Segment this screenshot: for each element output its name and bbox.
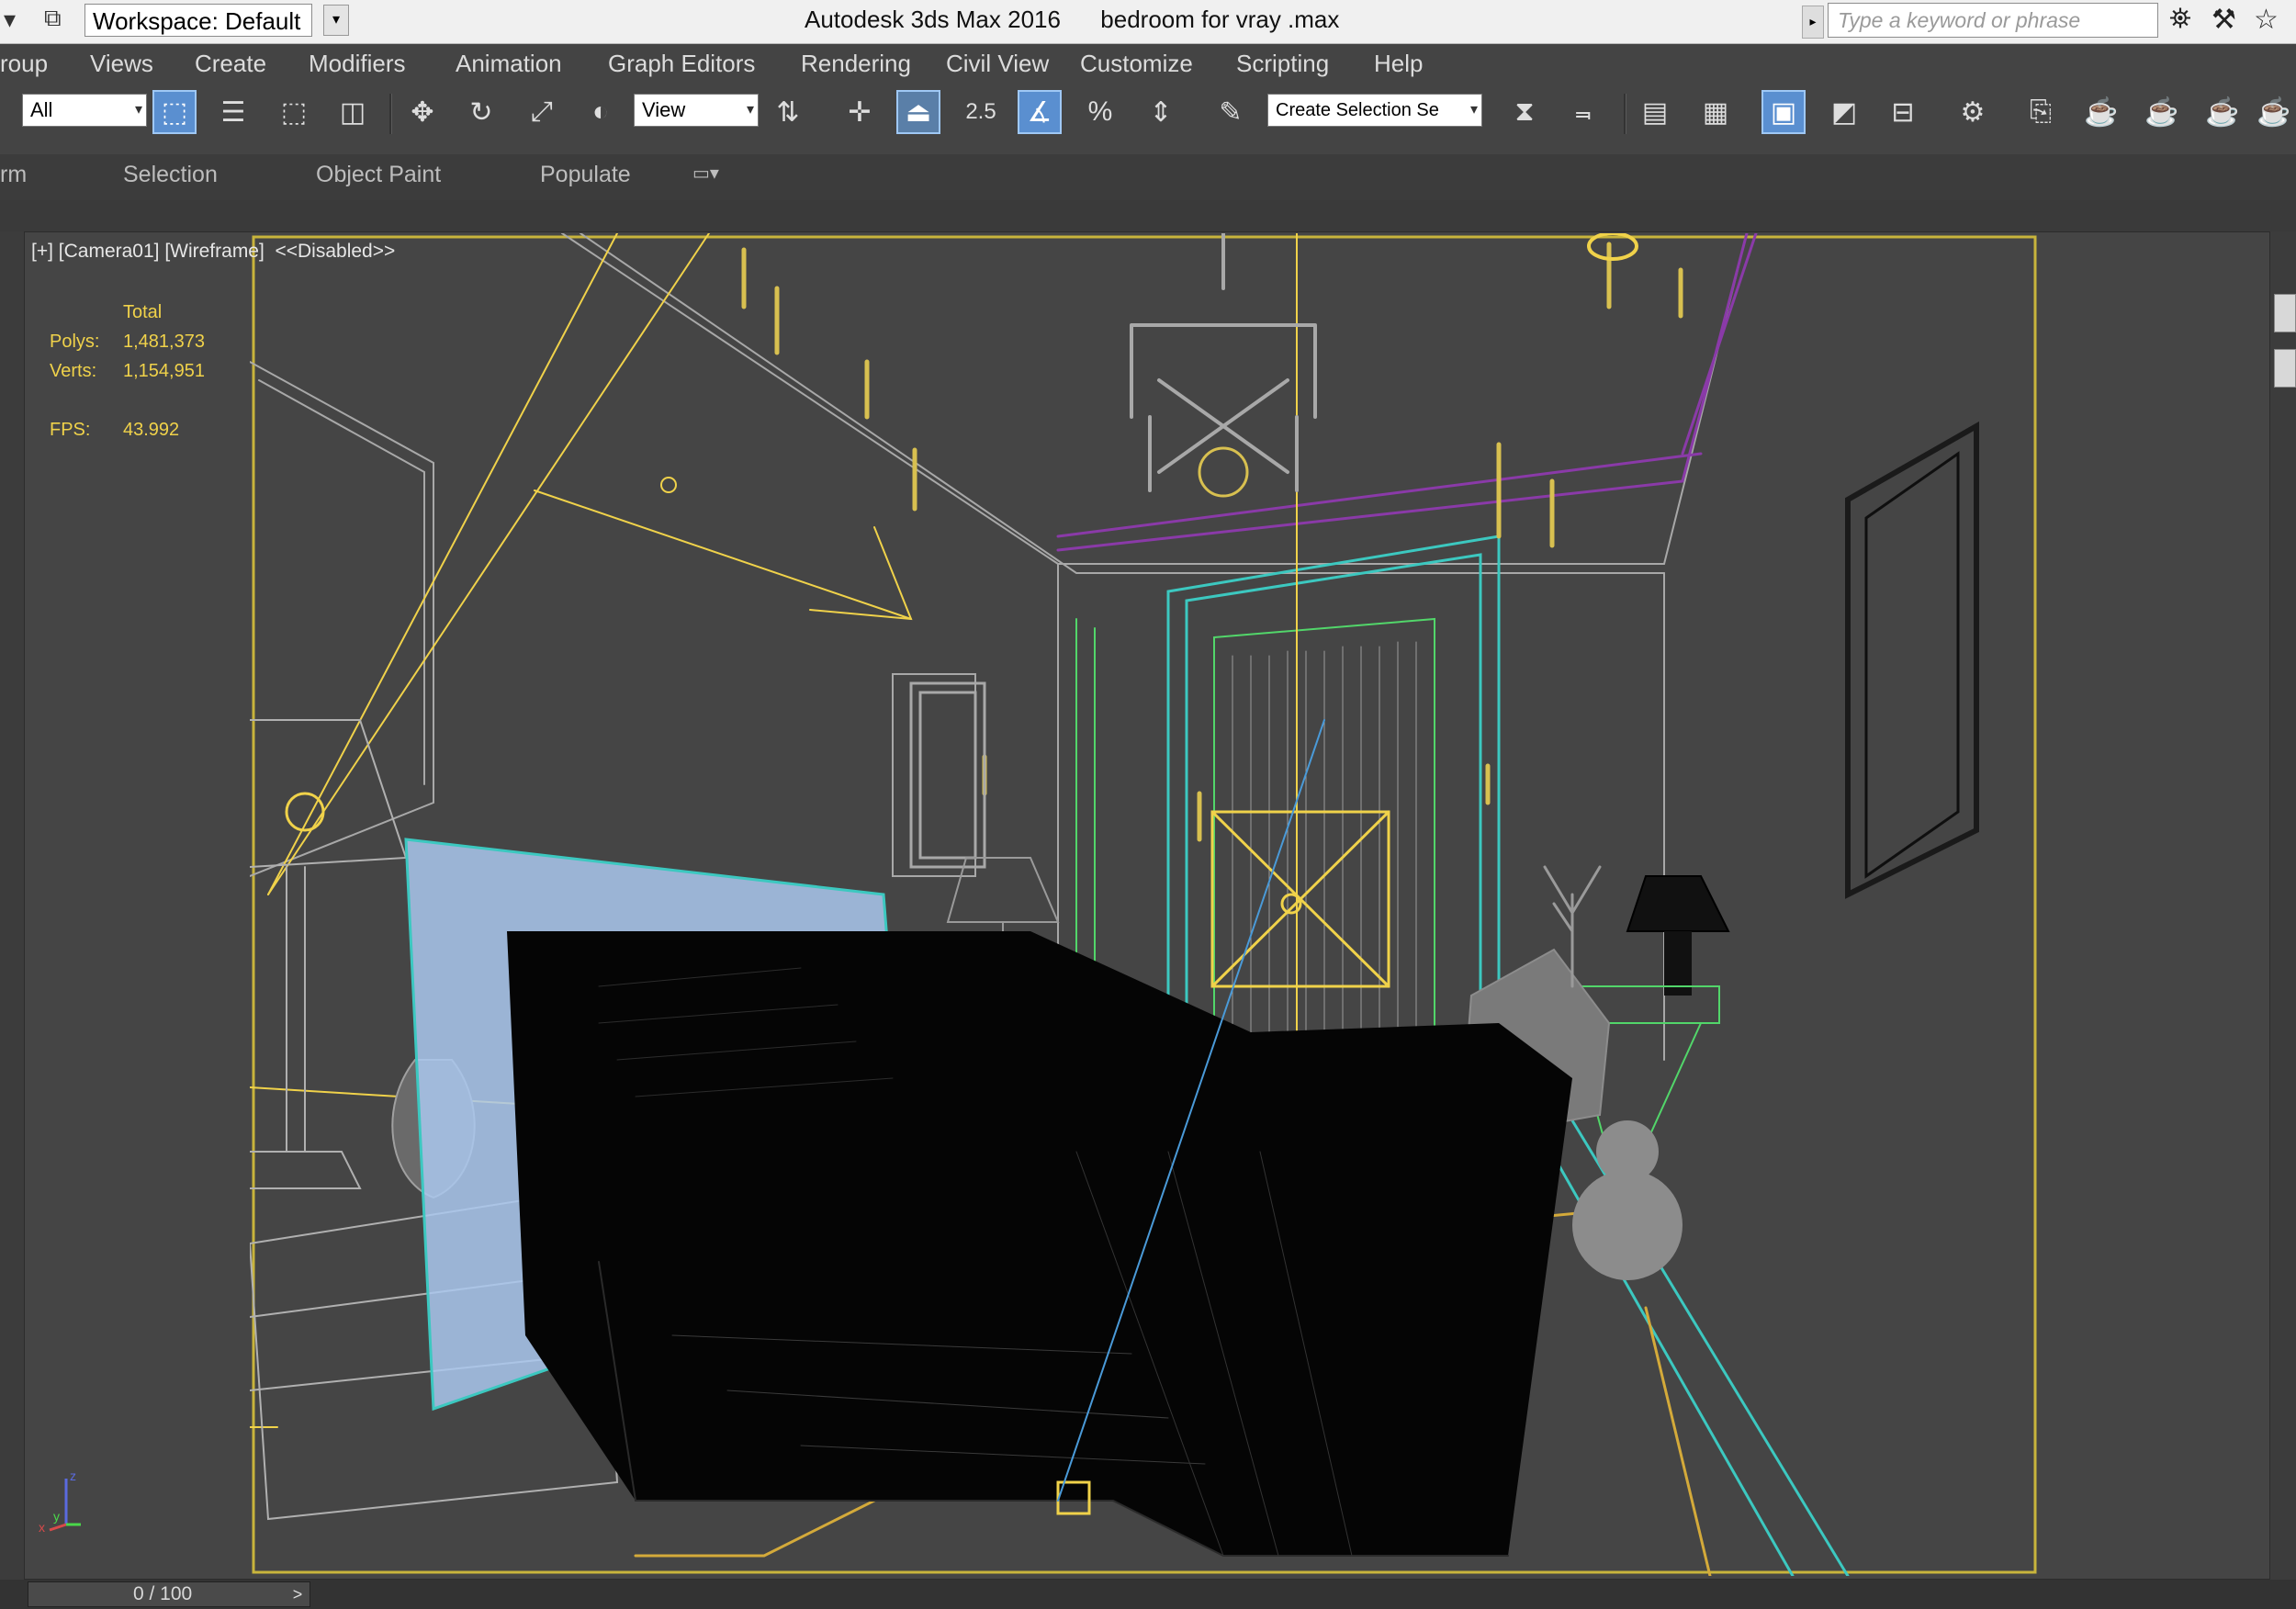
right-dock-strip: [2270, 231, 2296, 1580]
right-lamp: [1626, 875, 1730, 996]
menu-customize[interactable]: Customize: [1080, 50, 1193, 78]
snap-value[interactable]: 2.5: [959, 90, 1003, 134]
ceiling-lights: [741, 242, 1683, 842]
ribbon-options-icon[interactable]: ▭▾: [692, 162, 719, 185]
layer-explorer-icon[interactable]: ▤: [1633, 90, 1677, 134]
fps-label: FPS:: [50, 420, 91, 440]
edit-named-selection-icon[interactable]: ✎: [1209, 90, 1253, 134]
render-cloud-icon[interactable]: ☕: [2200, 90, 2245, 134]
svg-text:y: y: [53, 1509, 60, 1524]
menu-bar: roup Views Create Modifiers Animation Gr…: [0, 44, 2296, 84]
angle-snap-icon[interactable]: ∡: [1018, 90, 1062, 134]
teddy-bear: [1572, 1120, 1683, 1280]
svg-text:z: z: [70, 1468, 76, 1483]
menu-group[interactable]: roup: [0, 50, 48, 78]
manipulate-icon[interactable]: ⇅: [766, 90, 810, 134]
menu-help[interactable]: Help: [1374, 50, 1423, 78]
quick-access-icon[interactable]: ⧉: [44, 4, 62, 33]
reference-coord-dropdown[interactable]: View ▾: [634, 94, 759, 127]
time-slider-bar: [0, 1580, 2296, 1609]
chevron-down-icon: ▾: [1469, 102, 1478, 118]
light-target: [1210, 810, 1390, 988]
ribbon-tab-populate[interactable]: Populate: [540, 162, 631, 188]
tools-icon[interactable]: ⚒: [2212, 4, 2236, 36]
system-menu-icon[interactable]: ▾: [4, 6, 16, 34]
menu-views[interactable]: Views: [90, 50, 153, 78]
snap-toggle-icon[interactable]: ⏏: [896, 90, 940, 134]
workspace-dropdown[interactable]: Workspace: Default: [84, 4, 312, 37]
schematic-view-icon[interactable]: ◩: [1822, 90, 1866, 134]
tv: [1845, 421, 1979, 899]
viewport-label[interactable]: [+] [Camera01] [Wireframe] <<Disabled>>: [31, 241, 395, 263]
command-panel-tab[interactable]: [2274, 294, 2296, 332]
window-crossing-icon[interactable]: ◫: [331, 90, 375, 134]
chevron-down-icon: ▾: [134, 102, 142, 118]
main-toolbar: All ▾ ⬚ ☰ ⬚ ◫ ✥ ↻ ⤢ ◐ View ▾ ⇅ ✛ ⏏ 2.5 ∡ %…: [0, 84, 2296, 154]
toolbar-separator: [1624, 94, 1626, 134]
search-expand-icon[interactable]: ▸: [1802, 6, 1824, 39]
menu-animation[interactable]: Animation: [456, 50, 562, 78]
polys-label: Polys:: [50, 332, 100, 352]
move-icon[interactable]: ✥: [400, 90, 445, 134]
pivot-icon[interactable]: ◐: [579, 90, 623, 134]
render-iterative-icon[interactable]: ☕: [2140, 90, 2184, 134]
svg-text:x: x: [39, 1520, 45, 1534]
binoculars-icon[interactable]: ⛯: [2169, 4, 2191, 35]
ribbon-tab-transform[interactable]: rm: [0, 162, 27, 188]
chevron-down-icon: ▾: [746, 102, 754, 118]
left-dock-strip: [0, 231, 24, 1580]
picture-frame: [909, 681, 986, 869]
ribbon-panel-strip: [0, 200, 2296, 231]
selection-filter-dropdown[interactable]: All ▾: [22, 94, 147, 127]
material-editor-icon[interactable]: ⊟: [1881, 90, 1925, 134]
bed: [507, 931, 1572, 1557]
rotate-icon[interactable]: ↻: [459, 90, 503, 134]
wireframe-scene[interactable]: [250, 233, 2037, 1576]
rendered-frame-icon[interactable]: ⎘: [2019, 90, 2063, 134]
next-frame-icon[interactable]: >: [285, 1581, 310, 1607]
spinner-snap-icon[interactable]: ⇕: [1139, 90, 1183, 134]
verts-label: Verts:: [50, 361, 97, 381]
left-lamp: [250, 719, 408, 1189]
search-input[interactable]: Type a keyword or phrase: [1828, 3, 2158, 38]
ribbon-tab-object-paint[interactable]: Object Paint: [316, 162, 441, 188]
polys-value: 1,481,373: [123, 332, 205, 352]
ribbon-tab-selection[interactable]: Selection: [123, 162, 218, 188]
menu-civil-view[interactable]: Civil View: [946, 50, 1049, 78]
render-production-icon[interactable]: ☕: [2079, 90, 2123, 134]
chandelier: [1130, 233, 1317, 498]
toolbar-separator: [389, 94, 392, 134]
window-title: Autodesk 3ds Max 2016 bedroom for vray .…: [805, 6, 1340, 33]
verts-value: 1,154,951: [123, 361, 205, 381]
scale-icon[interactable]: ⤢: [520, 90, 564, 134]
render-setup-icon[interactable]: ⚙: [1951, 90, 1995, 134]
ceiling-edge: [1056, 233, 1758, 552]
menu-rendering[interactable]: Rendering: [801, 50, 911, 78]
named-selection-dropdown[interactable]: Create Selection Se ▾: [1267, 94, 1482, 127]
menu-modifiers[interactable]: Modifiers: [309, 50, 405, 78]
menu-scripting[interactable]: Scripting: [1236, 50, 1329, 78]
render-extra-icon[interactable]: ☕: [2252, 90, 2296, 134]
rect-region-icon[interactable]: ⬚: [272, 90, 316, 134]
axis-tripod-icon: z y x: [39, 1468, 81, 1534]
time-slider-frame: 0 / 100: [133, 1583, 193, 1604]
align-icon[interactable]: ⫬: [1561, 90, 1605, 134]
keyboard-shortcut-icon[interactable]: ✛: [838, 90, 882, 134]
percent-snap-icon[interactable]: %: [1078, 90, 1122, 134]
ribbon: rm Selection Object Paint Populate ▭▾: [0, 154, 2296, 200]
stats-header: Total: [123, 302, 163, 322]
mirror-icon[interactable]: ⧗: [1503, 90, 1547, 134]
curve-editor-icon[interactable]: ▣: [1761, 90, 1806, 134]
select-by-name-icon[interactable]: ☰: [211, 90, 255, 134]
fps-value: 43.992: [123, 420, 180, 440]
workspace-chevron-down-icon[interactable]: ▾: [323, 5, 349, 36]
title-bar: ▾ ⧉ Workspace: Default ▾ Autodesk 3ds Ma…: [0, 0, 2296, 44]
menu-graph-editors[interactable]: Graph Editors: [608, 50, 755, 78]
ribbon-toggle-icon[interactable]: ▦: [1694, 90, 1738, 134]
star-icon[interactable]: ☆: [2254, 4, 2279, 36]
select-object-icon[interactable]: ⬚: [152, 90, 197, 134]
menu-create[interactable]: Create: [195, 50, 266, 78]
command-panel-tab[interactable]: [2274, 349, 2296, 388]
